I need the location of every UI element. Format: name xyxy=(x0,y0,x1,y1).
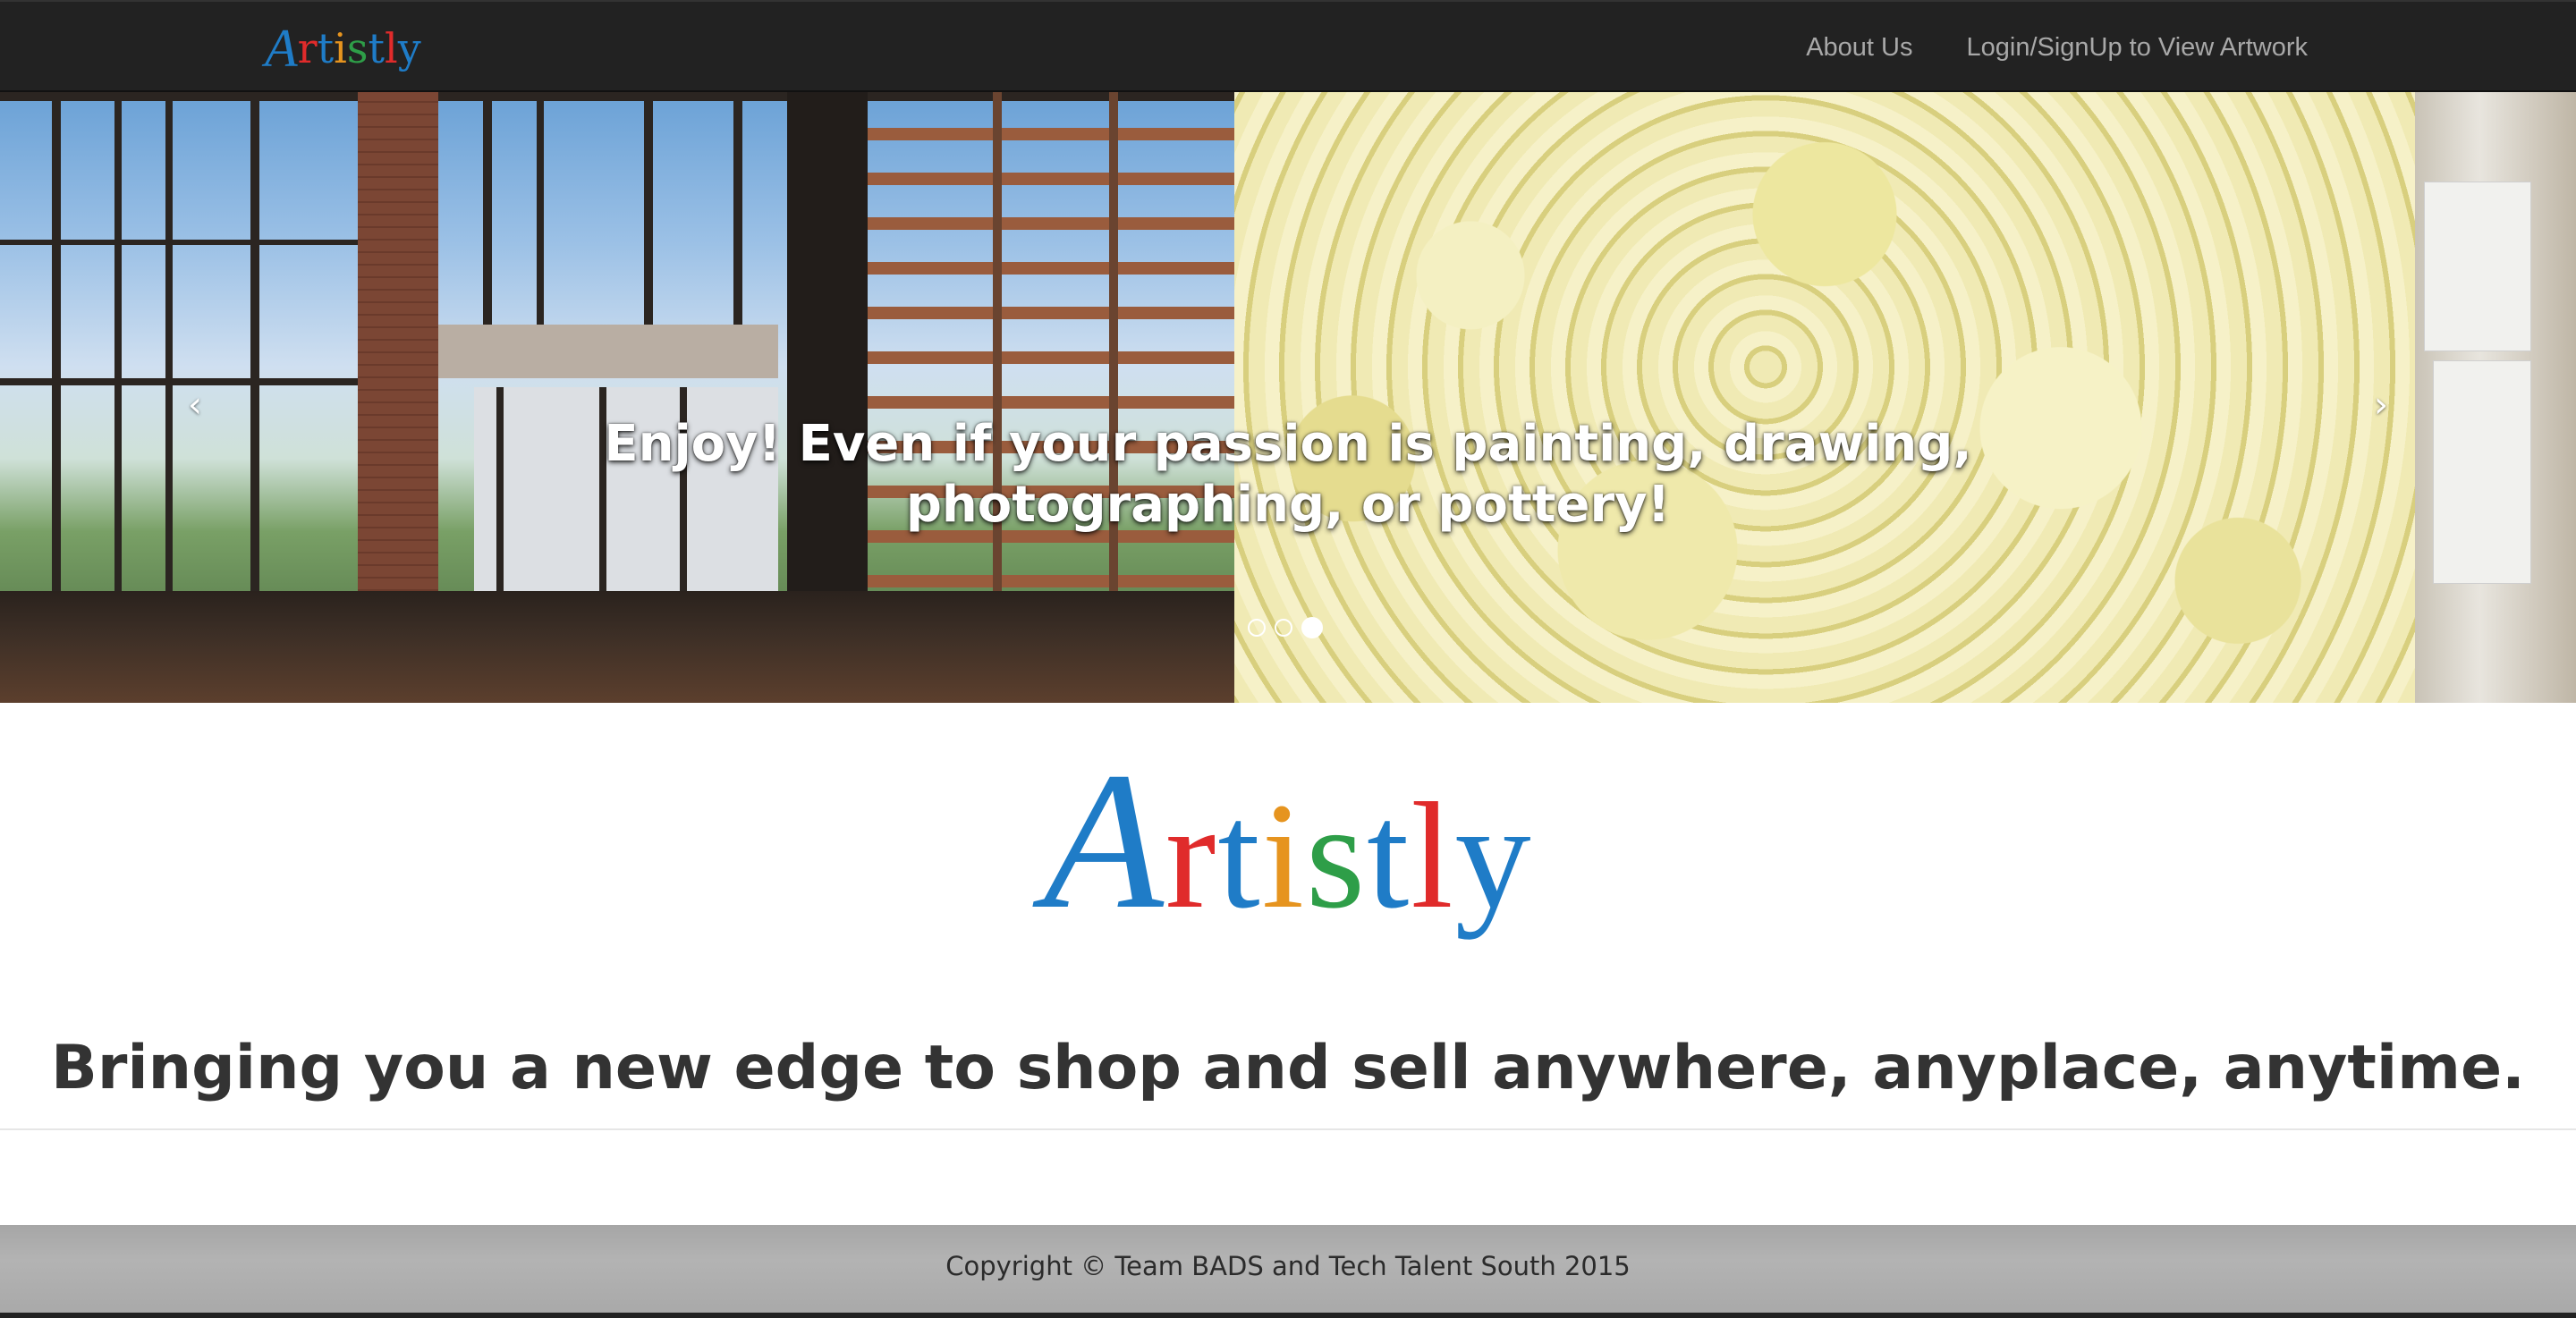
brand-letter: r xyxy=(297,24,318,72)
brand-letter: y xyxy=(397,24,421,72)
brand-letter: l xyxy=(384,24,398,72)
top-navbar: Artistly About Us Login/SignUp to View A… xyxy=(0,0,2576,92)
logo-letter: y xyxy=(1454,772,1533,940)
logo-letter: l xyxy=(1411,772,1455,940)
carousel-indicator-dot[interactable] xyxy=(1301,617,1323,638)
brand-letter: A xyxy=(265,18,298,78)
page-tagline: Bringing you a new edge to shop and sell… xyxy=(51,1033,2525,1103)
logo-letter: i xyxy=(1261,772,1306,940)
logo-letter: t xyxy=(1217,772,1262,940)
brand-logo-link[interactable]: Artistly xyxy=(265,18,421,78)
carousel-indicator-dot[interactable] xyxy=(1248,619,1266,637)
chevron-left-icon[interactable]: ‹ xyxy=(177,384,213,426)
artistly-logo: Artistly xyxy=(0,742,2576,945)
nav-links: About Us Login/SignUp to View Artwork xyxy=(1806,2,2308,94)
carousel-indicator-dot[interactable] xyxy=(1275,619,1292,637)
brand-letter: s xyxy=(346,24,369,72)
logo-letter: s xyxy=(1305,772,1368,940)
logo-letter: A xyxy=(1043,731,1165,950)
nav-link-login-signup[interactable]: Login/SignUp to View Artwork xyxy=(1966,33,2308,63)
brand-letter: t xyxy=(317,24,335,72)
brand-letter: t xyxy=(368,24,385,72)
section-divider xyxy=(0,1128,2576,1130)
logo-letter: t xyxy=(1367,772,1411,940)
page-footer: Copyright © Team BADS and Tech Talent So… xyxy=(0,1225,2576,1318)
copyright-text: Copyright © Team BADS and Tech Talent So… xyxy=(945,1251,1631,1281)
chevron-right-icon[interactable]: › xyxy=(2363,384,2399,426)
carousel-indicators xyxy=(1248,617,1323,638)
brand-letter: i xyxy=(334,24,347,72)
hero-carousel: Enjoy! Even if your passion is painting,… xyxy=(0,92,2576,703)
carousel-slide-fabric-art-image xyxy=(1234,92,2415,703)
logo-letter: r xyxy=(1165,772,1218,940)
nav-link-about-us[interactable]: About Us xyxy=(1806,33,1912,63)
carousel-caption-line-1: Enjoy! Even if your passion is painting,… xyxy=(604,415,1972,473)
carousel-slide-sketch-edge-image xyxy=(2415,92,2576,703)
carousel-caption-line-2: photographing, or pottery! xyxy=(905,476,1671,534)
carousel-caption: Enjoy! Even if your passion is painting,… xyxy=(0,414,2576,536)
